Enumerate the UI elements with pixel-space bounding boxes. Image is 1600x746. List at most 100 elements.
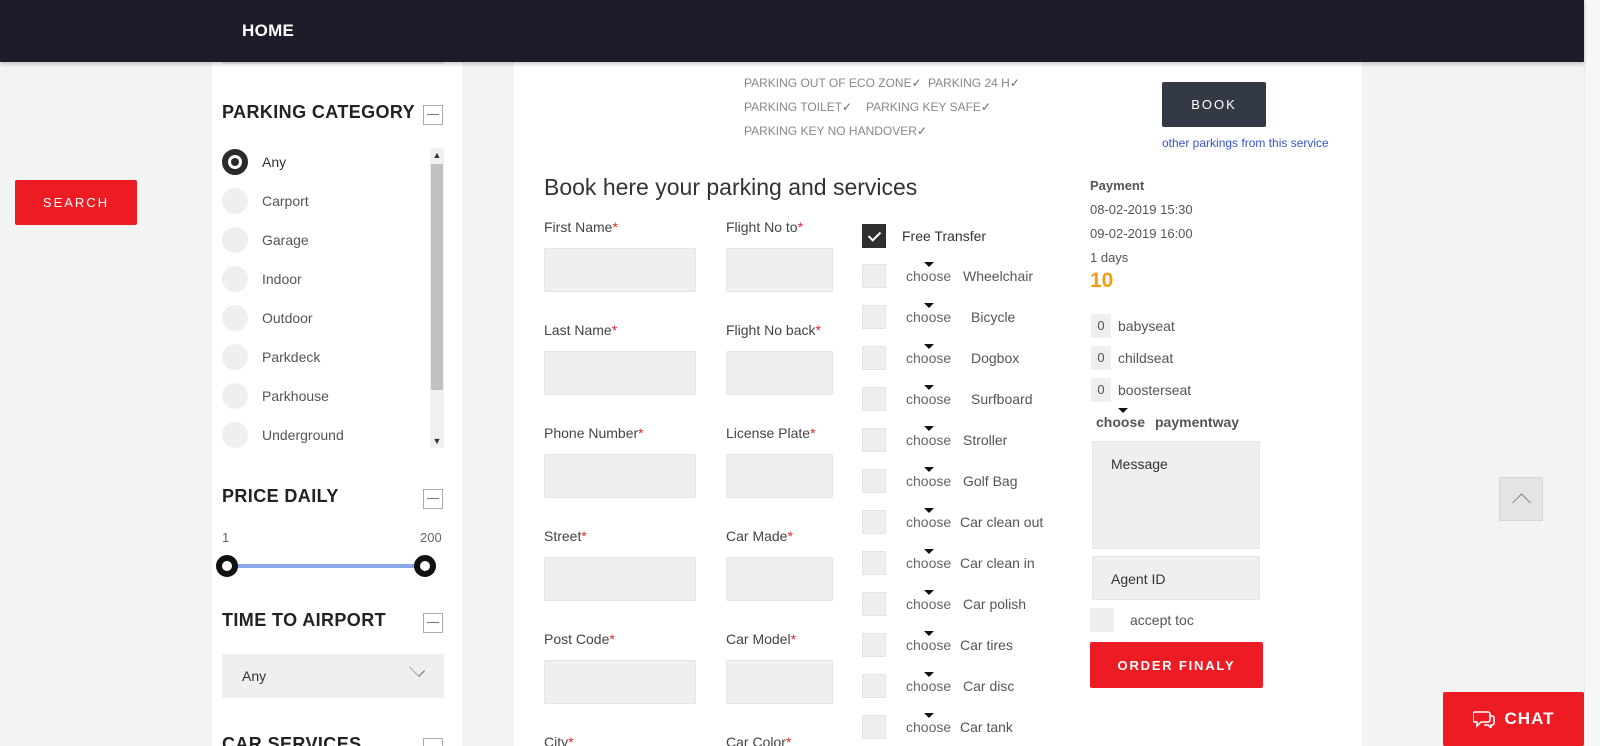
feature-tag: PARKING 24 H✓ [928, 76, 1020, 90]
radio-icon[interactable] [222, 266, 248, 292]
service-quantity-select[interactable]: choose [906, 549, 951, 571]
car-model-label: Car Model* [726, 631, 797, 647]
time-to-airport-collapse-icon[interactable] [423, 613, 443, 633]
service-name: Car clean out [960, 514, 1044, 530]
street-input[interactable] [544, 557, 696, 601]
service-checkbox-car-polish[interactable] [862, 592, 886, 616]
service-name: Wheelchair [963, 268, 1034, 284]
car-made-input[interactable] [726, 557, 833, 601]
radio-label: Parkhouse [262, 388, 329, 404]
first-name-input[interactable] [544, 248, 696, 292]
price-min-handle[interactable] [216, 555, 238, 577]
flight-no-to-input[interactable] [726, 248, 833, 292]
service-quantity-select[interactable]: choose [906, 385, 951, 407]
scroll-down-icon[interactable]: ▼ [430, 434, 444, 448]
service-quantity-select[interactable]: choose [906, 590, 951, 612]
scroll-up-icon[interactable]: ▲ [430, 148, 444, 162]
payment-start-date: 08-02-2019 15:30 [1090, 202, 1193, 217]
service-name: Stroller [963, 432, 1008, 448]
radio-icon[interactable] [222, 422, 248, 448]
payment-end-date: 09-02-2019 16:00 [1090, 226, 1193, 241]
car-services-title: CAR SERVICES [222, 734, 362, 746]
service-checkbox-car-clean-out[interactable] [862, 510, 886, 534]
filter-sidebar: PARKING CATEGORY Any Carport Garage Indo… [212, 62, 462, 746]
radio-indoor[interactable]: Indoor [222, 265, 302, 293]
service-quantity-select[interactable]: choose [906, 426, 951, 448]
radio-icon[interactable] [222, 305, 248, 331]
phone-number-input[interactable] [544, 454, 696, 498]
service-quantity-select[interactable]: choose [906, 262, 951, 284]
radio-outdoor[interactable]: Outdoor [222, 304, 313, 332]
radio-parkdeck[interactable]: Parkdeck [222, 343, 320, 371]
radio-carport[interactable]: Carport [222, 187, 309, 215]
service-quantity-select[interactable]: choose [906, 631, 951, 653]
price-max-handle[interactable] [414, 555, 436, 577]
service-checkbox-car-tank[interactable] [862, 715, 886, 739]
radio-icon[interactable] [222, 227, 248, 253]
search-button[interactable]: SEARCH [15, 180, 137, 225]
service-checkbox-dogbox[interactable] [862, 346, 886, 370]
feature-tag: PARKING KEY SAFE✓ [866, 100, 991, 114]
page-scrollbar[interactable] [1584, 0, 1600, 746]
service-quantity-select[interactable]: choose [906, 467, 951, 489]
service-name: Car tires [960, 637, 1013, 653]
car-model-input[interactable] [726, 660, 833, 704]
parking-category-collapse-icon[interactable] [423, 105, 443, 125]
service-checkbox-surfboard[interactable] [862, 387, 886, 411]
price-range-track[interactable] [234, 564, 436, 568]
service-checkbox-wheelchair[interactable] [862, 264, 886, 288]
radio-checked-icon[interactable] [222, 149, 248, 175]
service-quantity-select[interactable]: choose [906, 344, 951, 366]
radio-parkhouse[interactable]: Parkhouse [222, 382, 329, 410]
free-transfer-checkbox[interactable] [862, 224, 886, 248]
radio-underground[interactable]: Underground [222, 421, 344, 448]
radio-icon[interactable] [222, 344, 248, 370]
category-scrollbar[interactable]: ▲ ▼ [430, 148, 444, 448]
accept-toc-checkbox[interactable] [1090, 608, 1114, 632]
car-services-collapse-icon[interactable] [423, 738, 443, 746]
paymentway-select[interactable]: choose [1096, 408, 1145, 430]
book-button[interactable]: BOOK [1162, 82, 1266, 127]
babyseat-quantity[interactable]: 0 [1091, 314, 1111, 338]
childseat-quantity[interactable]: 0 [1091, 346, 1111, 370]
service-quantity-select[interactable]: choose [906, 508, 951, 530]
feature-tag: PARKING TOILET✓ [744, 100, 853, 114]
radio-icon[interactable] [222, 383, 248, 409]
service-quantity-select[interactable]: choose [906, 303, 951, 325]
order-finaly-button[interactable]: ORDER FINALY [1090, 642, 1263, 688]
radio-icon[interactable] [222, 188, 248, 214]
scroll-thumb[interactable] [431, 164, 443, 390]
service-checkbox-bicycle[interactable] [862, 305, 886, 329]
payment-duration: 1 days [1090, 250, 1129, 265]
price-daily-collapse-icon[interactable] [423, 489, 443, 509]
nav-home-link[interactable]: HOME [242, 21, 294, 41]
message-textarea[interactable]: Message [1092, 441, 1260, 549]
listing-card: PARKING OUT OF ECO ZONE✓ PARKING 24 H✓ P… [514, 62, 1362, 746]
service-quantity-select[interactable]: choose [906, 672, 951, 694]
flight-no-back-input[interactable] [726, 351, 833, 395]
chevron-down-icon [409, 661, 425, 677]
service-checkbox-car-tires[interactable] [862, 633, 886, 657]
service-name: Car disc [963, 678, 1015, 694]
scroll-to-top-button[interactable] [1499, 477, 1543, 521]
radio-any[interactable]: Any [222, 148, 286, 176]
other-parkings-link[interactable]: other parkings from this service [1162, 136, 1329, 150]
chat-button[interactable]: CHAT [1443, 692, 1584, 746]
feature-tag: PARKING OUT OF ECO ZONE✓ [744, 76, 922, 90]
radio-garage[interactable]: Garage [222, 226, 309, 254]
last-name-input[interactable] [544, 351, 696, 395]
radio-label: Indoor [262, 271, 302, 287]
boosterseat-quantity[interactable]: 0 [1091, 378, 1111, 402]
service-checkbox-golf-bag[interactable] [862, 469, 886, 493]
service-checkbox-stroller[interactable] [862, 428, 886, 452]
license-plate-input[interactable] [726, 454, 833, 498]
payment-label: Payment [1090, 178, 1145, 193]
service-checkbox-car-disc[interactable] [862, 674, 886, 698]
radio-label: Carport [262, 193, 309, 209]
parking-category-title: PARKING CATEGORY [222, 102, 416, 122]
agent-id-input[interactable]: Agent ID [1092, 556, 1260, 600]
service-quantity-select[interactable]: choose [906, 713, 951, 735]
post-code-input[interactable] [544, 660, 696, 704]
service-checkbox-car-clean-in[interactable] [862, 551, 886, 575]
time-to-airport-select[interactable]: Any [222, 654, 444, 698]
